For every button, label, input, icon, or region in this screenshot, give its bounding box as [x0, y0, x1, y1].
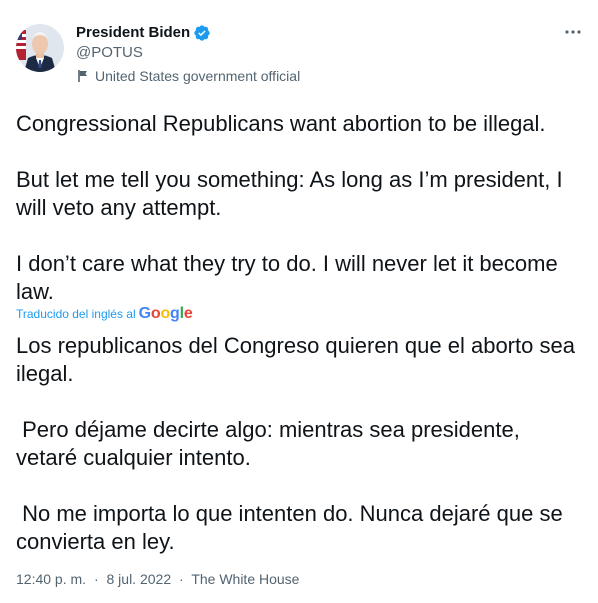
- tweet-date[interactable]: 8 jul. 2022: [107, 571, 172, 587]
- tweet: President Biden @POTUS United States gov…: [0, 0, 598, 603]
- google-logo-letter: o: [160, 305, 171, 322]
- affiliation-label: United States government official: [76, 67, 300, 85]
- more-options-button[interactable]: [560, 22, 586, 42]
- verified-badge-icon: [193, 24, 211, 42]
- google-logo-letter: g: [170, 305, 180, 322]
- tweet-source[interactable]: The White House: [191, 571, 299, 587]
- meta-separator: ·: [179, 571, 184, 587]
- translation-label: Traducido del inglés al: [16, 307, 136, 321]
- meta-separator: ·: [93, 571, 99, 587]
- flag-icon: [76, 69, 90, 83]
- google-logo-letter: e: [183, 305, 193, 322]
- translation-attribution[interactable]: Traducido del inglés al Google: [16, 305, 193, 323]
- tweet-metadata: 12:40 p. m. · 8 jul. 2022 · The White Ho…: [16, 570, 299, 588]
- more-dots-icon: [565, 30, 581, 34]
- affiliation-text: United States government official: [95, 68, 301, 84]
- google-logo: Google: [139, 305, 193, 323]
- google-logo-letter: G: [138, 305, 151, 322]
- avatar[interactable]: [16, 24, 64, 72]
- author-display-name[interactable]: President Biden: [76, 24, 190, 42]
- tweet-translated-text: Los republicanos del Congreso quieren qu…: [16, 333, 575, 554]
- tweet-original-text: Congressional Republicans want abortion …: [16, 111, 563, 304]
- tweet-time[interactable]: 12:40 p. m.: [16, 571, 86, 587]
- google-logo-letter: o: [150, 305, 161, 322]
- author-handle[interactable]: @POTUS: [76, 44, 143, 62]
- avatar-photo: [16, 24, 64, 72]
- author-name-row: President Biden: [76, 24, 211, 42]
